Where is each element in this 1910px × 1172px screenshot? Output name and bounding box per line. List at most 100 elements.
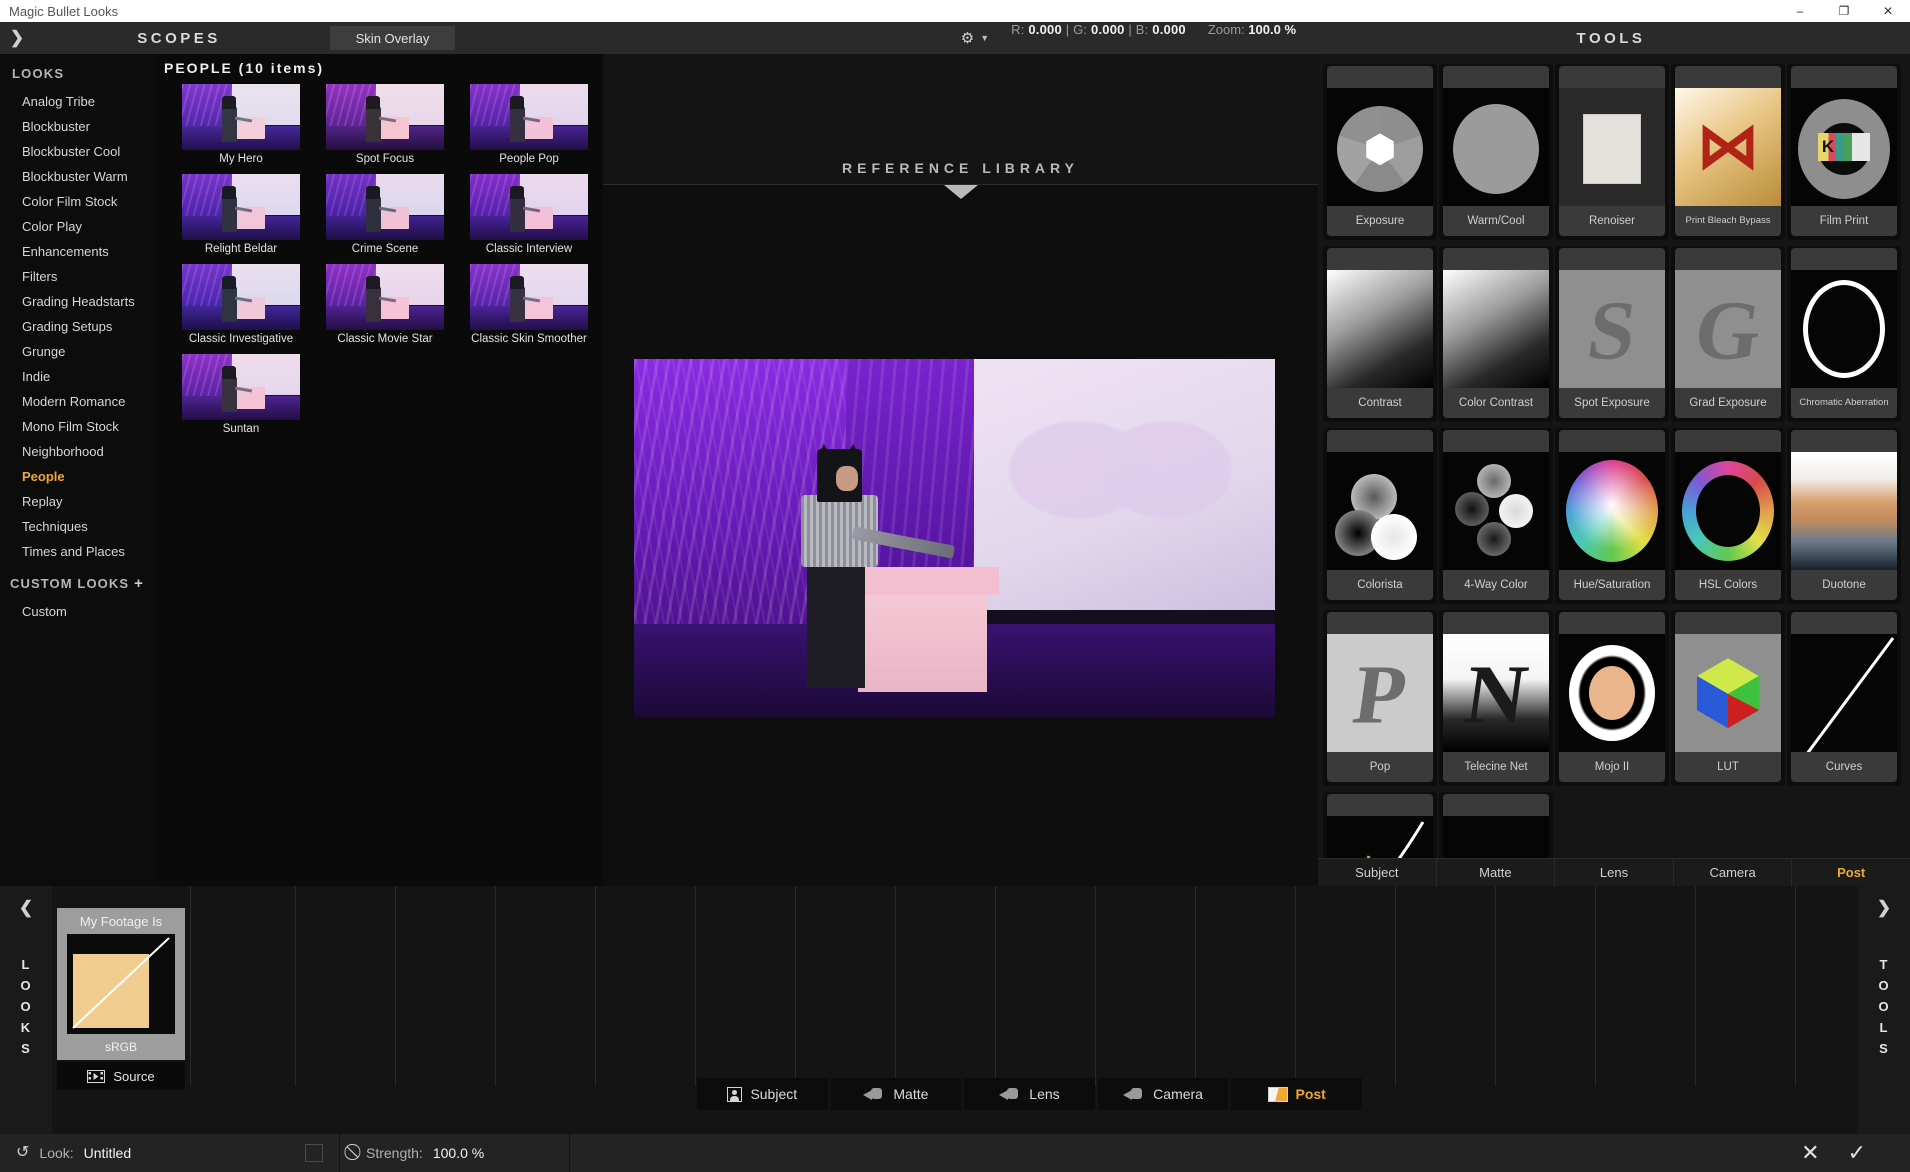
tool-tile-grad-exposure[interactable]: G Grad Exposure: [1671, 246, 1785, 422]
tools-tab-matte[interactable]: Matte: [1437, 859, 1556, 886]
tools-rail-collapse-icon[interactable]: ❯: [1877, 898, 1891, 918]
chevron-down-icon[interactable]: ▼: [980, 33, 989, 43]
preset-thumbnail[interactable]: [182, 84, 300, 150]
tools-rail[interactable]: ❯ TOOLS: [1858, 886, 1910, 1134]
strength-status-cell[interactable]: ⃠ Strength: 100.0 %: [340, 1134, 570, 1172]
preset-thumbnail[interactable]: [470, 174, 588, 240]
sidebar-item-filters[interactable]: Filters: [0, 264, 158, 289]
sidebar-item-grading-setups[interactable]: Grading Setups: [0, 314, 158, 339]
tools-tab-camera[interactable]: Camera: [1674, 859, 1793, 886]
tool-tile-warm-cool[interactable]: Warm/Cool: [1439, 64, 1553, 240]
status-bar: ↺ Look: Untitled ⃠ Strength: 100.0 % ✕ ✓: [0, 1134, 1910, 1172]
tool-tile-contrast[interactable]: Contrast: [1323, 246, 1437, 422]
minimize-button[interactable]: –: [1778, 0, 1822, 22]
preset-item[interactable]: My Hero: [182, 84, 300, 165]
sidebar-item-people[interactable]: People: [0, 464, 158, 489]
footage-source-button[interactable]: Source: [57, 1062, 185, 1090]
sidebar-item-enhancements[interactable]: Enhancements: [0, 239, 158, 264]
add-custom-look-icon[interactable]: +: [134, 576, 144, 591]
tool-tile-exposure[interactable]: Exposure: [1323, 64, 1437, 240]
tool-tile-curves[interactable]: Curves: [1787, 610, 1901, 786]
tool-tile-chromatic-aberration[interactable]: Chromatic Aberration: [1787, 246, 1901, 422]
strength-value: 100.0 %: [432, 1145, 485, 1161]
gear-icon[interactable]: ⚙: [961, 31, 974, 46]
preset-thumbnail[interactable]: [326, 264, 444, 330]
cancel-button[interactable]: ✕: [1801, 1142, 1819, 1164]
sidebar-item-color-play[interactable]: Color Play: [0, 214, 158, 239]
stage-button-post[interactable]: Post: [1231, 1078, 1362, 1110]
preset-item[interactable]: Classic Movie Star: [326, 264, 444, 345]
tools-tab-post[interactable]: Post: [1792, 859, 1910, 886]
preset-item[interactable]: People Pop: [470, 84, 588, 165]
look-status-cell[interactable]: ↺ Look: Untitled: [0, 1134, 340, 1172]
stage-button-camera[interactable]: Camera: [1097, 1078, 1229, 1110]
tool-tile-color-contrast[interactable]: Color Contrast: [1439, 246, 1553, 422]
sidebar-item-color-film-stock[interactable]: Color Film Stock: [0, 189, 158, 214]
tool-tile-colorista[interactable]: Colorista: [1323, 428, 1437, 604]
reset-icon[interactable]: ↺: [16, 1145, 29, 1161]
looks-rail[interactable]: ❮ LOOKS: [0, 886, 52, 1134]
preset-thumbnail[interactable]: [326, 174, 444, 240]
custom-look-item-custom[interactable]: Custom: [0, 599, 158, 624]
preset-thumbnail[interactable]: [182, 264, 300, 330]
close-button[interactable]: ✕: [1866, 0, 1910, 22]
reference-library-caret-icon[interactable]: [943, 185, 978, 199]
viewer-panel: REFERENCE LIBRARY: [603, 54, 1318, 886]
expand-scopes-icon[interactable]: ❯: [0, 22, 34, 54]
footage-card[interactable]: My Footage Is sRGB Source: [57, 908, 185, 1090]
tool-tile-hue-saturation[interactable]: Hue/Saturation: [1555, 428, 1669, 604]
preset-thumbnail[interactable]: [470, 264, 588, 330]
sidebar-item-analog-tribe[interactable]: Analog Tribe: [0, 89, 158, 114]
sidebar-item-neighborhood[interactable]: Neighborhood: [0, 439, 158, 464]
tool-tile-print-bleach-bypass[interactable]: ⋈ Print Bleach Bypass: [1671, 64, 1785, 240]
tool-tile-mojo-ii[interactable]: Mojo II: [1555, 610, 1669, 786]
stage-button-lens[interactable]: Lens: [964, 1078, 1095, 1110]
tool-tile-art: [1559, 88, 1665, 206]
preset-item[interactable]: Classic Interview: [470, 174, 588, 255]
looks-rail-collapse-icon[interactable]: ❮: [19, 898, 33, 918]
skin-overlay-button[interactable]: Skin Overlay: [330, 26, 455, 50]
tool-tile-4-way-color[interactable]: 4-Way Color: [1439, 428, 1553, 604]
sidebar-item-grading-headstarts[interactable]: Grading Headstarts: [0, 289, 158, 314]
sidebar-item-grunge[interactable]: Grunge: [0, 339, 158, 364]
preset-item[interactable]: Spot Focus: [326, 84, 444, 165]
sidebar-item-modern-romance[interactable]: Modern Romance: [0, 389, 158, 414]
save-look-icon[interactable]: [305, 1144, 323, 1162]
film-strip-icon: [87, 1069, 106, 1083]
tools-tab-subject[interactable]: Subject: [1318, 859, 1437, 886]
maximize-button[interactable]: ❐: [1822, 0, 1866, 22]
sidebar-item-blockbuster-warm[interactable]: Blockbuster Warm: [0, 164, 158, 189]
sidebar-item-blockbuster-cool[interactable]: Blockbuster Cool: [0, 139, 158, 164]
tool-tile-renoiser[interactable]: Renoiser: [1555, 64, 1669, 240]
preview-image[interactable]: [634, 359, 1275, 717]
tool-tile-film-print[interactable]: K Film Print: [1787, 64, 1901, 240]
tool-tile-lut[interactable]: LUT: [1671, 610, 1785, 786]
tools-tab-lens[interactable]: Lens: [1555, 859, 1674, 886]
stage-button-subject[interactable]: Subject: [697, 1078, 828, 1110]
sidebar-item-techniques[interactable]: Techniques: [0, 514, 158, 539]
settings-menu[interactable]: ⚙ ▼: [961, 22, 989, 54]
sidebar-item-indie[interactable]: Indie: [0, 364, 158, 389]
tool-tile-duotone[interactable]: Duotone: [1787, 428, 1901, 604]
tool-tile-pop[interactable]: P Pop: [1323, 610, 1437, 786]
reference-library-bar[interactable]: REFERENCE LIBRARY: [603, 54, 1318, 185]
stage-button-matte[interactable]: Matte: [830, 1078, 962, 1110]
tool-tile-label: Duotone: [1791, 570, 1897, 600]
sidebar-item-replay[interactable]: Replay: [0, 489, 158, 514]
sidebar-item-blockbuster[interactable]: Blockbuster: [0, 114, 158, 139]
confirm-button[interactable]: ✓: [1848, 1142, 1866, 1164]
preset-thumbnail[interactable]: [182, 354, 300, 420]
preset-thumbnail[interactable]: [182, 174, 300, 240]
preset-item[interactable]: Relight Beldar: [182, 174, 300, 255]
preset-item[interactable]: Classic Investigative: [182, 264, 300, 345]
sidebar-item-mono-film-stock[interactable]: Mono Film Stock: [0, 414, 158, 439]
sidebar-item-times-and-places[interactable]: Times and Places: [0, 539, 158, 564]
preset-item[interactable]: Classic Skin Smoother: [470, 264, 588, 345]
tool-tile-hsl-colors[interactable]: HSL Colors: [1671, 428, 1785, 604]
preset-thumbnail[interactable]: [326, 84, 444, 150]
tool-tile-spot-exposure[interactable]: S Spot Exposure: [1555, 246, 1669, 422]
preset-item[interactable]: Suntan: [182, 354, 300, 435]
tool-tile-telecine-net[interactable]: N Telecine Net: [1439, 610, 1553, 786]
preset-item[interactable]: Crime Scene: [326, 174, 444, 255]
preset-thumbnail[interactable]: [470, 84, 588, 150]
